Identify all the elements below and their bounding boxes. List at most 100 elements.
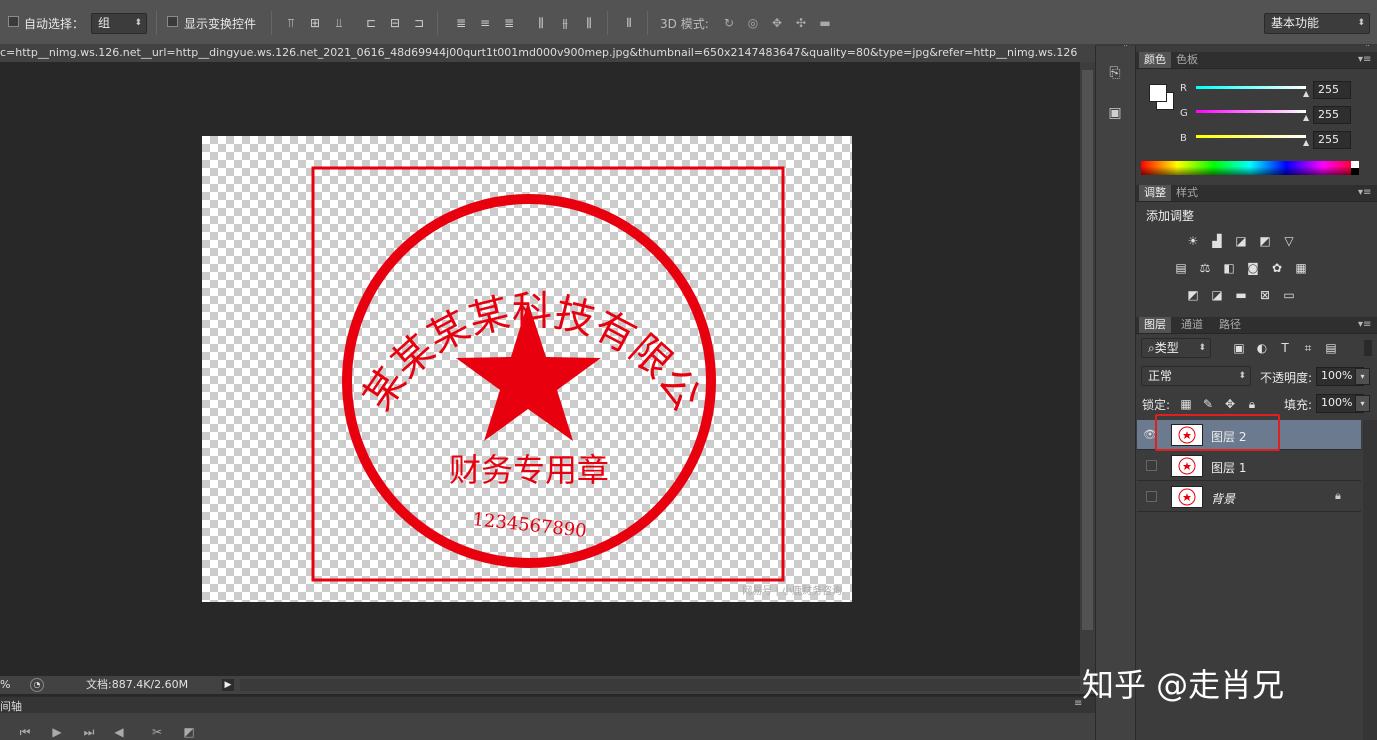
visibility-toggle[interactable] bbox=[1146, 491, 1157, 502]
properties-icon[interactable]: ▣ bbox=[1108, 106, 1122, 120]
distribute-right-icon[interactable]: ⫼ bbox=[582, 16, 596, 30]
lock-transparent-icon[interactable]: ▦ bbox=[1178, 397, 1194, 411]
horizontal-scrollbar[interactable] bbox=[240, 679, 1080, 691]
g-value-field[interactable]: 255 bbox=[1313, 106, 1351, 124]
black-swatch[interactable] bbox=[1351, 168, 1359, 175]
opacity-chevron-down-icon[interactable]: ▾ bbox=[1355, 368, 1370, 385]
posterize-icon[interactable]: ◪ bbox=[1209, 288, 1225, 302]
color-spectrum-bar[interactable] bbox=[1141, 161, 1359, 175]
exposure-icon[interactable]: ◩ bbox=[1257, 234, 1273, 248]
align-hcenter-icon[interactable]: ⊟ bbox=[388, 16, 402, 30]
lock-image-icon[interactable]: ✎ bbox=[1200, 397, 1216, 411]
slide-3d-icon[interactable]: ✣ bbox=[794, 16, 808, 30]
tab-adjustments[interactable]: 调整 bbox=[1139, 185, 1171, 201]
blend-mode-dropdown[interactable]: 正常 ⬍ bbox=[1141, 366, 1251, 386]
invert-icon[interactable]: ◩ bbox=[1185, 288, 1201, 302]
black-white-icon[interactable]: ◧ bbox=[1221, 261, 1237, 275]
align-right-icon[interactable]: ⊐ bbox=[412, 16, 426, 30]
tab-paths[interactable]: 路径 bbox=[1214, 317, 1246, 333]
filter-toggle[interactable] bbox=[1364, 340, 1372, 356]
distribute-top-icon[interactable]: ≣ bbox=[454, 16, 468, 30]
tab-channels[interactable]: 通道 bbox=[1176, 317, 1208, 333]
g-slider-handle-icon[interactable]: ▲ bbox=[1303, 113, 1309, 122]
selective-color-icon[interactable]: ⊠ bbox=[1257, 288, 1273, 302]
layer-row[interactable]: 图层 1 bbox=[1137, 451, 1361, 481]
scissors-icon[interactable]: ✂ bbox=[150, 725, 164, 739]
document-tab[interactable]: c=http__nimg.ws.126.net__url=http__dingy… bbox=[0, 44, 1095, 62]
layer-row[interactable]: 背景 🔒︎ bbox=[1137, 482, 1361, 512]
fill-chevron-down-icon[interactable]: ▾ bbox=[1355, 395, 1370, 412]
r-value-field[interactable]: 255 bbox=[1313, 81, 1351, 99]
fill-label: 填充: bbox=[1284, 398, 1313, 412]
b-value-field[interactable]: 255 bbox=[1313, 131, 1351, 149]
workspace-dropdown[interactable]: 基本功能 ⬍ bbox=[1264, 13, 1370, 34]
layers-scrollbar[interactable] bbox=[1363, 420, 1377, 740]
photo-filter-icon[interactable]: ◙ bbox=[1245, 261, 1261, 275]
b-slider-handle-icon[interactable]: ▲ bbox=[1303, 138, 1309, 147]
filter-shape-icon[interactable]: ⌗ bbox=[1300, 341, 1316, 355]
visibility-toggle[interactable] bbox=[1146, 460, 1157, 471]
filter-adjustment-icon[interactable]: ◐ bbox=[1254, 341, 1270, 355]
show-transform-checkbox[interactable] bbox=[167, 16, 178, 27]
show-transform-label: 显示变换控件 bbox=[184, 17, 257, 31]
panel-menu-icon[interactable]: ▾≡ bbox=[1358, 187, 1371, 198]
history-icon[interactable]: ⎘ bbox=[1108, 66, 1122, 80]
auto-select-checkbox[interactable] bbox=[8, 16, 19, 27]
distribute-bottom-icon[interactable]: ≣ bbox=[502, 16, 516, 30]
filter-pixel-icon[interactable]: ▣ bbox=[1231, 341, 1247, 355]
align-left-icon[interactable]: ⊏ bbox=[364, 16, 378, 30]
first-frame-icon[interactable]: ⏮ bbox=[18, 725, 32, 739]
next-frame-icon[interactable]: ⏭ bbox=[82, 725, 96, 739]
tab-styles[interactable]: 样式 bbox=[1171, 185, 1203, 201]
hue-saturation-icon[interactable]: ▤ bbox=[1173, 261, 1189, 275]
panel-menu-icon[interactable]: ▾≡ bbox=[1358, 319, 1371, 330]
channel-mixer-icon[interactable]: ✿ bbox=[1269, 261, 1285, 275]
filter-smart-object-icon[interactable]: ▤ bbox=[1323, 341, 1339, 355]
scale-3d-icon[interactable]: ▬ bbox=[818, 16, 832, 30]
lock-position-icon[interactable]: ✥ bbox=[1222, 397, 1238, 411]
align-vcenter-icon[interactable]: ⊞ bbox=[308, 16, 322, 30]
auto-align-icon[interactable]: ⫴ bbox=[622, 16, 636, 30]
threshold-icon[interactable]: ▬ bbox=[1233, 288, 1249, 302]
lock-all-icon[interactable]: 🔒︎ bbox=[1244, 397, 1260, 411]
rotate-3d-icon[interactable]: ↻ bbox=[722, 16, 736, 30]
distribute-hcenter-icon[interactable]: ⫵ bbox=[558, 16, 572, 30]
g-slider[interactable] bbox=[1196, 110, 1306, 113]
align-top-icon[interactable]: ⫪ bbox=[284, 16, 298, 30]
distribute-left-icon[interactable]: ⫼ bbox=[534, 16, 548, 30]
curves-icon[interactable]: ◪ bbox=[1233, 234, 1249, 248]
stamp-artwork: 某某某某某科技有限公司 财务专用章 1234567890 网易号 | 小鹿财务咨… bbox=[202, 136, 842, 597]
align-bottom-icon[interactable]: ⫫ bbox=[332, 16, 346, 30]
tab-color[interactable]: 颜色 bbox=[1139, 52, 1171, 68]
timeline-header: 间轴 ≡ bbox=[0, 697, 1095, 713]
distribute-vcenter-icon[interactable]: ≡ bbox=[478, 16, 492, 30]
document-canvas[interactable]: 某某某某某科技有限公司 财务专用章 1234567890 网易号 | 小鹿财务咨… bbox=[202, 136, 852, 602]
white-swatch[interactable] bbox=[1351, 161, 1359, 168]
foreground-color-swatch[interactable] bbox=[1149, 84, 1167, 102]
tab-layers[interactable]: 图层 bbox=[1139, 317, 1171, 333]
gradient-map-icon[interactable]: ▭ bbox=[1281, 288, 1297, 302]
transition-icon[interactable]: ◩ bbox=[182, 725, 196, 739]
levels-icon[interactable]: ▟ bbox=[1209, 234, 1225, 248]
roll-3d-icon[interactable]: ◎ bbox=[746, 16, 760, 30]
drag-3d-icon[interactable]: ✥ bbox=[770, 16, 784, 30]
auto-select-dropdown[interactable]: 组 ⬍ bbox=[91, 13, 147, 34]
scrollbar-thumb[interactable] bbox=[1082, 70, 1093, 630]
panel-icon-strip: ⎘ ▣ bbox=[1095, 46, 1135, 740]
color-balance-icon[interactable]: ⚖ bbox=[1197, 261, 1213, 275]
play-icon[interactable]: ▶ bbox=[50, 725, 64, 739]
color-lookup-icon[interactable]: ▦ bbox=[1293, 261, 1309, 275]
vibrance-icon[interactable]: ▽ bbox=[1281, 234, 1297, 248]
panel-menu-icon[interactable]: ▾≡ bbox=[1358, 54, 1371, 65]
audio-icon[interactable]: ◀ bbox=[112, 725, 126, 739]
zoom-level[interactable]: % bbox=[0, 676, 10, 694]
filter-type-icon[interactable]: T bbox=[1277, 341, 1293, 355]
brightness-icon[interactable]: ☀ bbox=[1185, 234, 1201, 248]
status-menu-arrow-icon[interactable]: ▶ bbox=[222, 679, 234, 691]
status-info-icon[interactable]: ◔ bbox=[30, 678, 44, 692]
tab-swatches[interactable]: 色板 bbox=[1171, 52, 1203, 68]
layer-filter-dropdown[interactable]: ⌕类型 ⬍ bbox=[1141, 338, 1211, 358]
r-slider-handle-icon[interactable]: ▲ bbox=[1303, 89, 1309, 98]
b-slider[interactable] bbox=[1196, 135, 1306, 138]
r-slider[interactable] bbox=[1196, 86, 1306, 89]
